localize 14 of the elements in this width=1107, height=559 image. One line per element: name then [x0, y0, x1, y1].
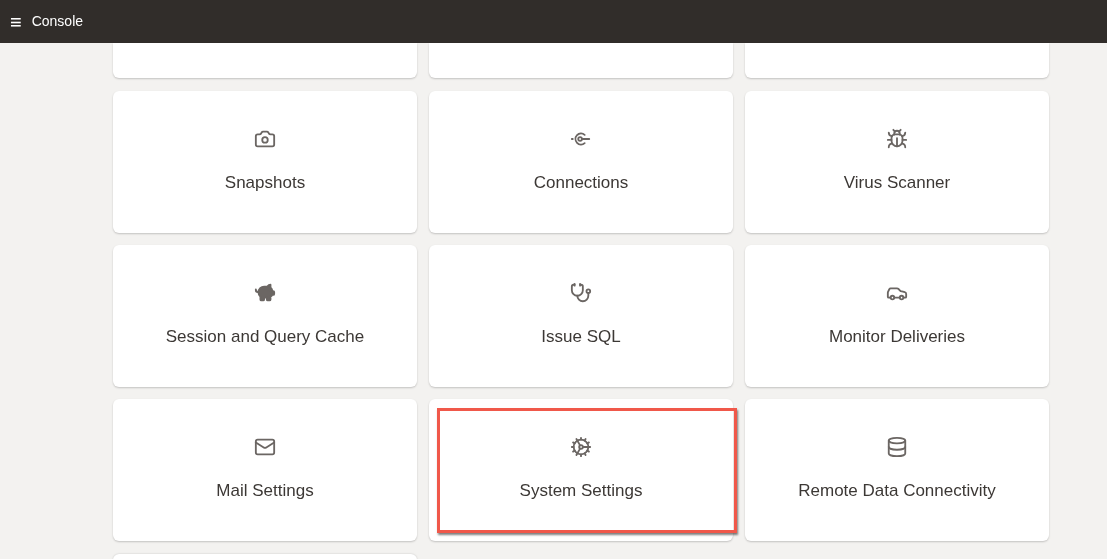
tile-button[interactable]: Connections: [429, 91, 733, 233]
tile-button[interactable]: Virus Scanner: [745, 91, 1049, 233]
database-icon: [886, 436, 908, 459]
tile-button[interactable]: Remote Data Connectivity: [745, 399, 1049, 541]
tile-button[interactable]: Mail Settings: [113, 399, 417, 541]
app-title: Console: [31, 12, 84, 31]
gear-icon: [570, 436, 592, 459]
tile-button[interactable]: Snapshots: [113, 91, 417, 233]
tile-button[interactable]: Monitor Deliveries: [745, 245, 1049, 387]
tile-button[interactable]: Issue SQL: [429, 245, 733, 387]
bug-icon: [886, 128, 908, 151]
menu-button[interactable]: ≡: [10, 11, 22, 32]
tile-button[interactable]: Session and Query Cache: [113, 245, 417, 387]
stethoscope-icon: [570, 282, 592, 305]
